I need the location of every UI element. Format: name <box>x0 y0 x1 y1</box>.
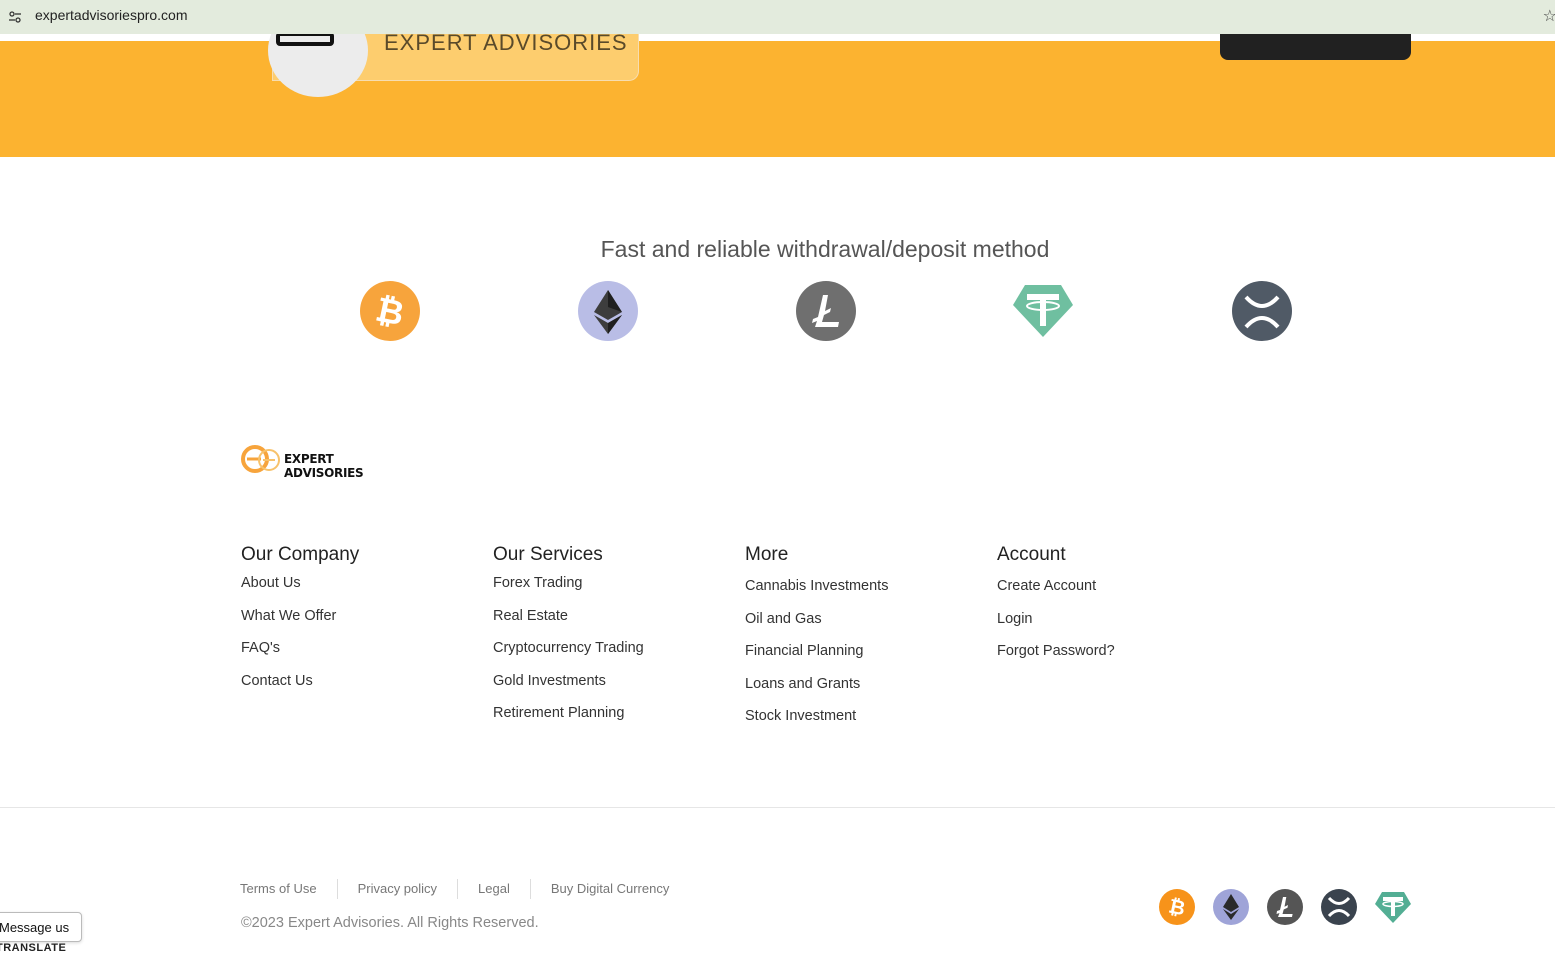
footer-column-title: Our Services <box>493 544 603 565</box>
footer-link-gold-investments[interactable]: Gold Investments <box>493 671 644 704</box>
footer-column-account: Account Create Account Login Forgot Pass… <box>997 544 1115 674</box>
footer-link-retirement-planning[interactable]: Retirement Planning <box>493 703 644 736</box>
footer-column-more: More Cannabis Investments Oil and Gas Fi… <box>745 544 888 739</box>
litecoin-icon <box>1267 889 1303 925</box>
ethereum-icon <box>1213 889 1249 925</box>
tether-icon <box>1013 285 1073 337</box>
footer-column-title: Our Company <box>241 544 360 565</box>
footer-link-loans-grants[interactable]: Loans and Grants <box>745 674 888 707</box>
legal-link-terms[interactable]: Terms of Use <box>240 879 337 899</box>
xrp-icon <box>1232 281 1292 341</box>
ethereum-icon <box>578 281 638 341</box>
legal-link-privacy[interactable]: Privacy policy <box>336 879 457 899</box>
translate-widget[interactable]: TRANSLATE <box>0 942 66 954</box>
tune-icon[interactable] <box>8 10 22 24</box>
footer-logo-text: EXPERT ADVISORIES <box>284 452 364 480</box>
footer-column-services: Our Services Forex Trading Real Estate C… <box>493 544 644 736</box>
footer-link-what-we-offer[interactable]: What We Offer <box>241 606 359 639</box>
xrp-icon <box>1321 889 1357 925</box>
brand-illustration-icon <box>276 34 334 46</box>
footer-link-financial-planning[interactable]: Financial Planning <box>745 641 888 674</box>
legal-link-legal[interactable]: Legal <box>457 879 530 899</box>
footer-link-crypto-trading[interactable]: Cryptocurrency Trading <box>493 638 644 671</box>
legal-link-buy-digital-currency[interactable]: Buy Digital Currency <box>529 879 690 899</box>
footer-link-real-estate[interactable]: Real Estate <box>493 606 644 639</box>
footer-link-login[interactable]: Login <box>997 609 1115 642</box>
footer-link-about-us[interactable]: About Us <box>241 573 359 606</box>
bitcoin-icon: ₿ <box>1159 889 1195 925</box>
hero-banner: EXPERT ADVISORIES <box>0 34 1555 157</box>
payment-methods-title: Fast and reliable withdrawal/deposit met… <box>600 236 1050 262</box>
bitcoin-icon: ₿ <box>360 281 420 341</box>
logo-mark-icon <box>241 445 280 473</box>
legal-links: Terms of Use Privacy policy Legal Buy Di… <box>240 879 689 899</box>
footer-logo[interactable]: EXPERT ADVISORIES <box>241 444 401 480</box>
url-text[interactable]: expertadvisoriespro.com <box>35 7 188 23</box>
footer-link-create-account[interactable]: Create Account <box>997 576 1115 609</box>
footer-link-contact-us[interactable]: Contact Us <box>241 671 359 704</box>
footer-link-cannabis[interactable]: Cannabis Investments <box>745 576 888 609</box>
footer-column-title: Account <box>997 544 1066 565</box>
copyright-text: ©2023 Expert Advisories. All Rights Rese… <box>241 915 539 931</box>
message-us-button[interactable]: Message us <box>0 912 82 942</box>
browser-address-bar: expertadvisoriespro.com ☆ <box>0 0 1555 34</box>
footer-link-oil-gas[interactable]: Oil and Gas <box>745 609 888 642</box>
hero-cta-button[interactable] <box>1220 34 1411 60</box>
hero-brand-name: EXPERT ADVISORIES <box>384 34 628 55</box>
litecoin-icon <box>796 281 856 341</box>
footer-link-faqs[interactable]: FAQ's <box>241 638 359 671</box>
footer-divider <box>0 807 1555 808</box>
footer-column-company: Our Company About Us What We Offer FAQ's… <box>241 544 359 703</box>
footer-link-forgot-password[interactable]: Forgot Password? <box>997 641 1115 674</box>
footer-column-title: More <box>745 544 789 565</box>
footer-link-forex-trading[interactable]: Forex Trading <box>493 573 644 606</box>
star-icon[interactable]: ☆ <box>1543 6 1555 25</box>
tether-icon <box>1375 892 1411 923</box>
footer-link-stock-investment[interactable]: Stock Investment <box>745 706 888 739</box>
